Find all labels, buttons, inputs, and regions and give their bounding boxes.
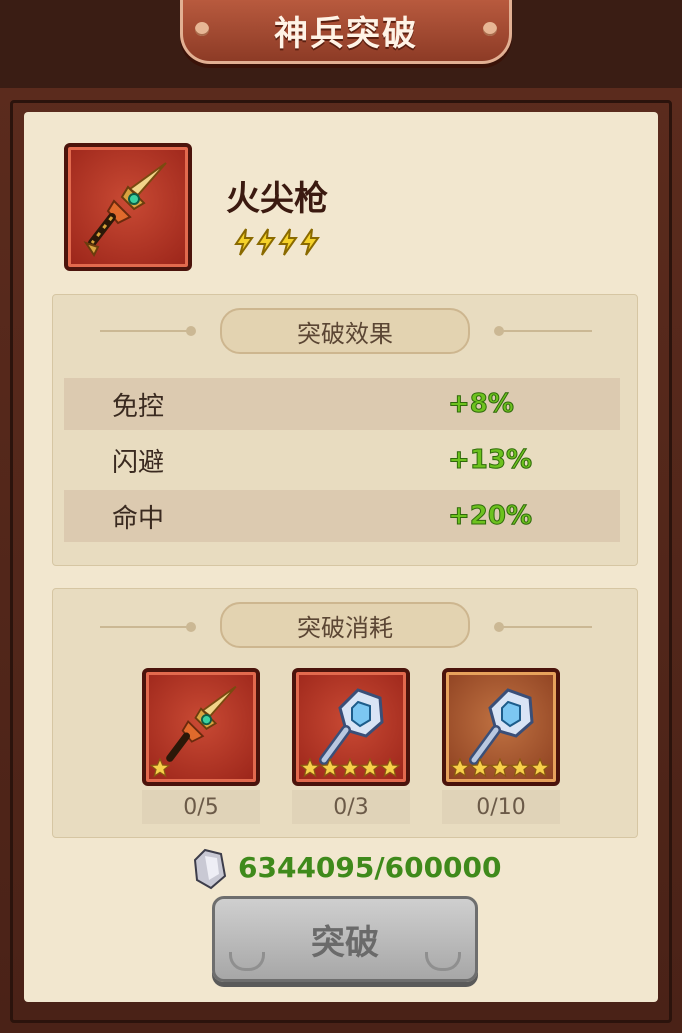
stat-row: 闪避 +13%: [64, 434, 620, 486]
material-count: 0/10: [442, 790, 560, 824]
stat-value: +8%: [448, 389, 515, 420]
divider-dot: [186, 326, 196, 336]
star-icon: [320, 758, 340, 778]
spear-icon: [83, 162, 167, 257]
item-portrait[interactable]: [64, 143, 192, 271]
star-rating: [150, 758, 170, 778]
lightning-icon: [300, 228, 320, 256]
title-plate: 神兵突破: [180, 0, 512, 64]
page-title: 神兵突破: [274, 14, 418, 54]
stat-value: +20%: [447, 501, 533, 532]
star-icon: [470, 758, 490, 778]
divider-dot: [186, 622, 196, 632]
star-rating: [300, 758, 400, 778]
divider: [100, 626, 190, 628]
effects-title: 突破效果: [220, 308, 470, 354]
star-icon: [380, 758, 400, 778]
lightning-icon: [278, 228, 298, 256]
star-icon: [300, 758, 320, 778]
level-indicator: [233, 228, 321, 256]
material-slot-staff[interactable]: [292, 668, 410, 786]
star-icon: [490, 758, 510, 778]
star-icon: [360, 758, 380, 778]
lightning-icon: [234, 228, 254, 256]
star-icon: [340, 758, 360, 778]
breakthrough-button-label: 突破: [311, 922, 379, 963]
material-count: 0/3: [292, 790, 410, 824]
stat-name: 免控: [112, 391, 165, 422]
divider: [500, 626, 592, 628]
stat-row: 命中 +20%: [64, 490, 620, 542]
stat-row: 免控 +8%: [64, 378, 620, 430]
nail-icon: [195, 22, 209, 36]
divider: [100, 330, 190, 332]
gem-icon: [193, 848, 227, 890]
currency-amount: 6344095/600000: [238, 851, 502, 884]
material-count: 0/5: [142, 790, 260, 824]
cost-title: 突破消耗: [220, 602, 470, 648]
stat-name: 闪避: [112, 447, 165, 478]
nail-icon: [483, 22, 497, 36]
item-name: 火尖枪: [226, 179, 328, 219]
stat-value: +13%: [447, 445, 533, 476]
lightning-icon: [256, 228, 276, 256]
divider: [500, 330, 592, 332]
star-rating: [450, 758, 550, 778]
star-icon: [450, 758, 470, 778]
material-slot-spear[interactable]: [142, 668, 260, 786]
star-icon: [530, 758, 550, 778]
button-ornament: [425, 952, 461, 971]
button-ornament: [229, 952, 265, 971]
star-icon: [150, 758, 170, 778]
material-slot-staff[interactable]: [442, 668, 560, 786]
stat-name: 命中: [112, 503, 165, 534]
breakthrough-button[interactable]: 突破: [212, 896, 478, 982]
star-icon: [510, 758, 530, 778]
